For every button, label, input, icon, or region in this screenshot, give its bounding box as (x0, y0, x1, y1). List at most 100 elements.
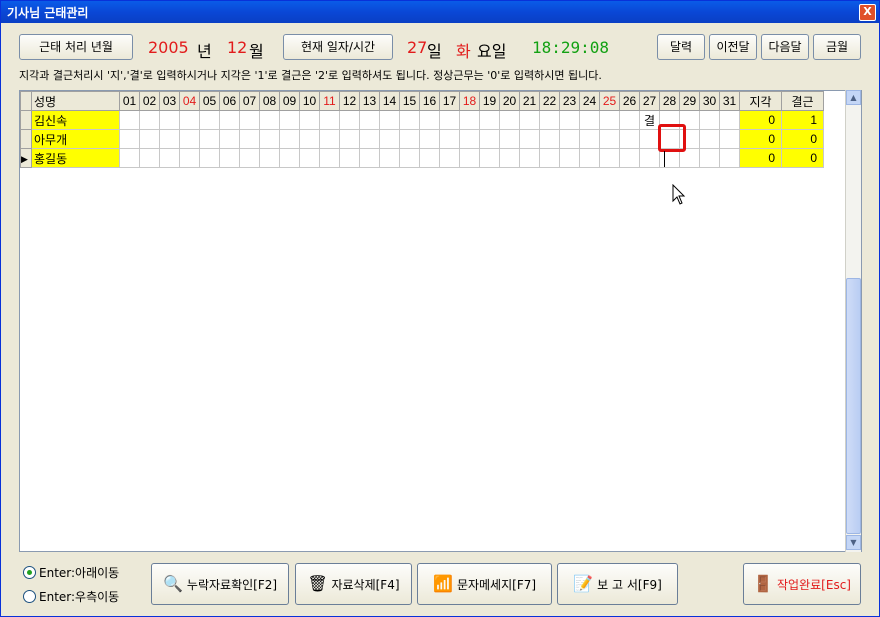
day-cell[interactable] (119, 129, 140, 149)
day-cell[interactable] (719, 148, 740, 168)
day-cell[interactable] (219, 110, 240, 130)
day-cell[interactable] (479, 110, 500, 130)
day-cell[interactable] (159, 148, 180, 168)
day-cell[interactable] (299, 148, 320, 168)
day-cell[interactable] (699, 148, 720, 168)
day-cell[interactable] (319, 110, 340, 130)
prev-month-button[interactable]: 이전달 (709, 34, 757, 60)
day-cell[interactable] (519, 148, 540, 168)
missing-data-button[interactable]: 🔍 누락자료확인[F2] (151, 563, 289, 605)
day-cell[interactable] (579, 129, 600, 149)
day-cell[interactable] (139, 110, 160, 130)
absent-count[interactable]: 0 (781, 129, 824, 149)
close-button[interactable]: X (859, 4, 876, 21)
day-cell[interactable] (279, 129, 300, 149)
employee-row[interactable]: 김신속 결 0 1 (20, 110, 824, 130)
day-cell[interactable] (239, 129, 260, 149)
attendance-grid[interactable]: 성명 01 02 03 04 05 06 07 08 09 10 11 12 13 14 15 16 17 18 19… (19, 90, 862, 552)
scroll-up-icon[interactable]: ▲ (846, 90, 861, 105)
day-cell[interactable] (299, 110, 320, 130)
delete-data-button[interactable]: 🗑 자료삭제[F4] (295, 563, 412, 605)
day-cell[interactable] (339, 129, 360, 149)
day-cell[interactable] (479, 129, 500, 149)
day-cell[interactable] (279, 110, 300, 130)
day-cell[interactable] (599, 148, 620, 168)
day-cell[interactable] (719, 110, 740, 130)
day-cell[interactable] (239, 148, 260, 168)
day-cell[interactable] (539, 148, 560, 168)
day-cell[interactable] (459, 110, 480, 130)
row-indicator[interactable] (20, 110, 32, 130)
day-cell[interactable] (179, 148, 200, 168)
day-cell[interactable] (639, 148, 660, 168)
day-cell[interactable] (399, 148, 420, 168)
day-cell[interactable] (359, 148, 380, 168)
day-cell[interactable] (719, 129, 740, 149)
day-cell[interactable] (379, 129, 400, 149)
day-cell[interactable] (579, 148, 600, 168)
day-cell[interactable] (439, 148, 460, 168)
employee-name[interactable]: 아무개 (31, 129, 120, 149)
absent-count[interactable]: 0 (781, 148, 824, 168)
day-cell[interactable] (539, 110, 560, 130)
day-cell[interactable] (519, 129, 540, 149)
employee-name[interactable]: 김신속 (31, 110, 120, 130)
day-cell[interactable] (599, 129, 620, 149)
day-cell[interactable] (219, 148, 240, 168)
day-cell[interactable] (459, 129, 480, 149)
day-cell[interactable] (199, 110, 220, 130)
day-cell[interactable] (499, 148, 520, 168)
vertical-scrollbar[interactable]: ▲ ▼ (845, 90, 861, 552)
day-cell[interactable] (119, 110, 140, 130)
late-count[interactable]: 0 (739, 129, 782, 149)
day-cell[interactable] (259, 110, 280, 130)
day-cell[interactable] (499, 129, 520, 149)
finish-button[interactable]: 🚪 작업완료[Esc] (743, 563, 861, 605)
employee-name[interactable]: 홍길동 (31, 148, 120, 168)
day-cell[interactable] (179, 129, 200, 149)
day-cell[interactable] (379, 148, 400, 168)
day-cell[interactable] (179, 110, 200, 130)
calendar-button[interactable]: 달력 (657, 34, 705, 60)
day-cell[interactable] (199, 148, 220, 168)
late-count[interactable]: 0 (739, 110, 782, 130)
current-datetime-button[interactable]: 현재 일자/시간 (283, 34, 393, 60)
row-indicator[interactable]: ▶ (20, 148, 32, 168)
report-button[interactable]: 📝 보 고 서[F9] (557, 563, 678, 605)
day-cell[interactable] (319, 148, 340, 168)
day-cell[interactable] (219, 129, 240, 149)
day-cell[interactable] (159, 129, 180, 149)
day-cell[interactable] (579, 110, 600, 130)
day-cell[interactable] (339, 110, 360, 130)
day-cell[interactable] (559, 148, 580, 168)
radio-unselected-icon[interactable] (23, 590, 36, 603)
late-count[interactable]: 0 (739, 148, 782, 168)
day-cell[interactable]: 결 (639, 110, 660, 130)
day-cell[interactable] (619, 110, 640, 130)
day-cell[interactable] (519, 110, 540, 130)
absent-count[interactable]: 1 (781, 110, 824, 130)
day-cell[interactable] (539, 129, 560, 149)
day-cell[interactable] (639, 129, 660, 149)
current-month-button[interactable]: 금월 (813, 34, 861, 60)
day-cell[interactable] (319, 129, 340, 149)
day-cell[interactable] (559, 110, 580, 130)
day-cell[interactable] (299, 129, 320, 149)
day-cell[interactable] (139, 129, 160, 149)
title-bar[interactable]: 기사님 근태관리 X (1, 1, 879, 23)
day-cell[interactable] (399, 110, 420, 130)
day-cell[interactable] (339, 148, 360, 168)
day-cell[interactable] (699, 110, 720, 130)
employee-row[interactable]: ▶ 홍길동 0 0 (20, 148, 824, 168)
day-cell[interactable] (419, 148, 440, 168)
enter-down-option[interactable]: Enter:아래이동 (23, 564, 119, 581)
month-select-button[interactable]: 근태 처리 년월 (19, 34, 133, 60)
day-cell[interactable] (159, 110, 180, 130)
scroll-down-icon[interactable]: ▼ (846, 535, 861, 550)
day-cell[interactable] (699, 129, 720, 149)
day-cell[interactable] (279, 148, 300, 168)
day-cell[interactable] (479, 148, 500, 168)
day-cell[interactable] (239, 110, 260, 130)
day-cell[interactable] (359, 129, 380, 149)
day-cell[interactable] (259, 148, 280, 168)
